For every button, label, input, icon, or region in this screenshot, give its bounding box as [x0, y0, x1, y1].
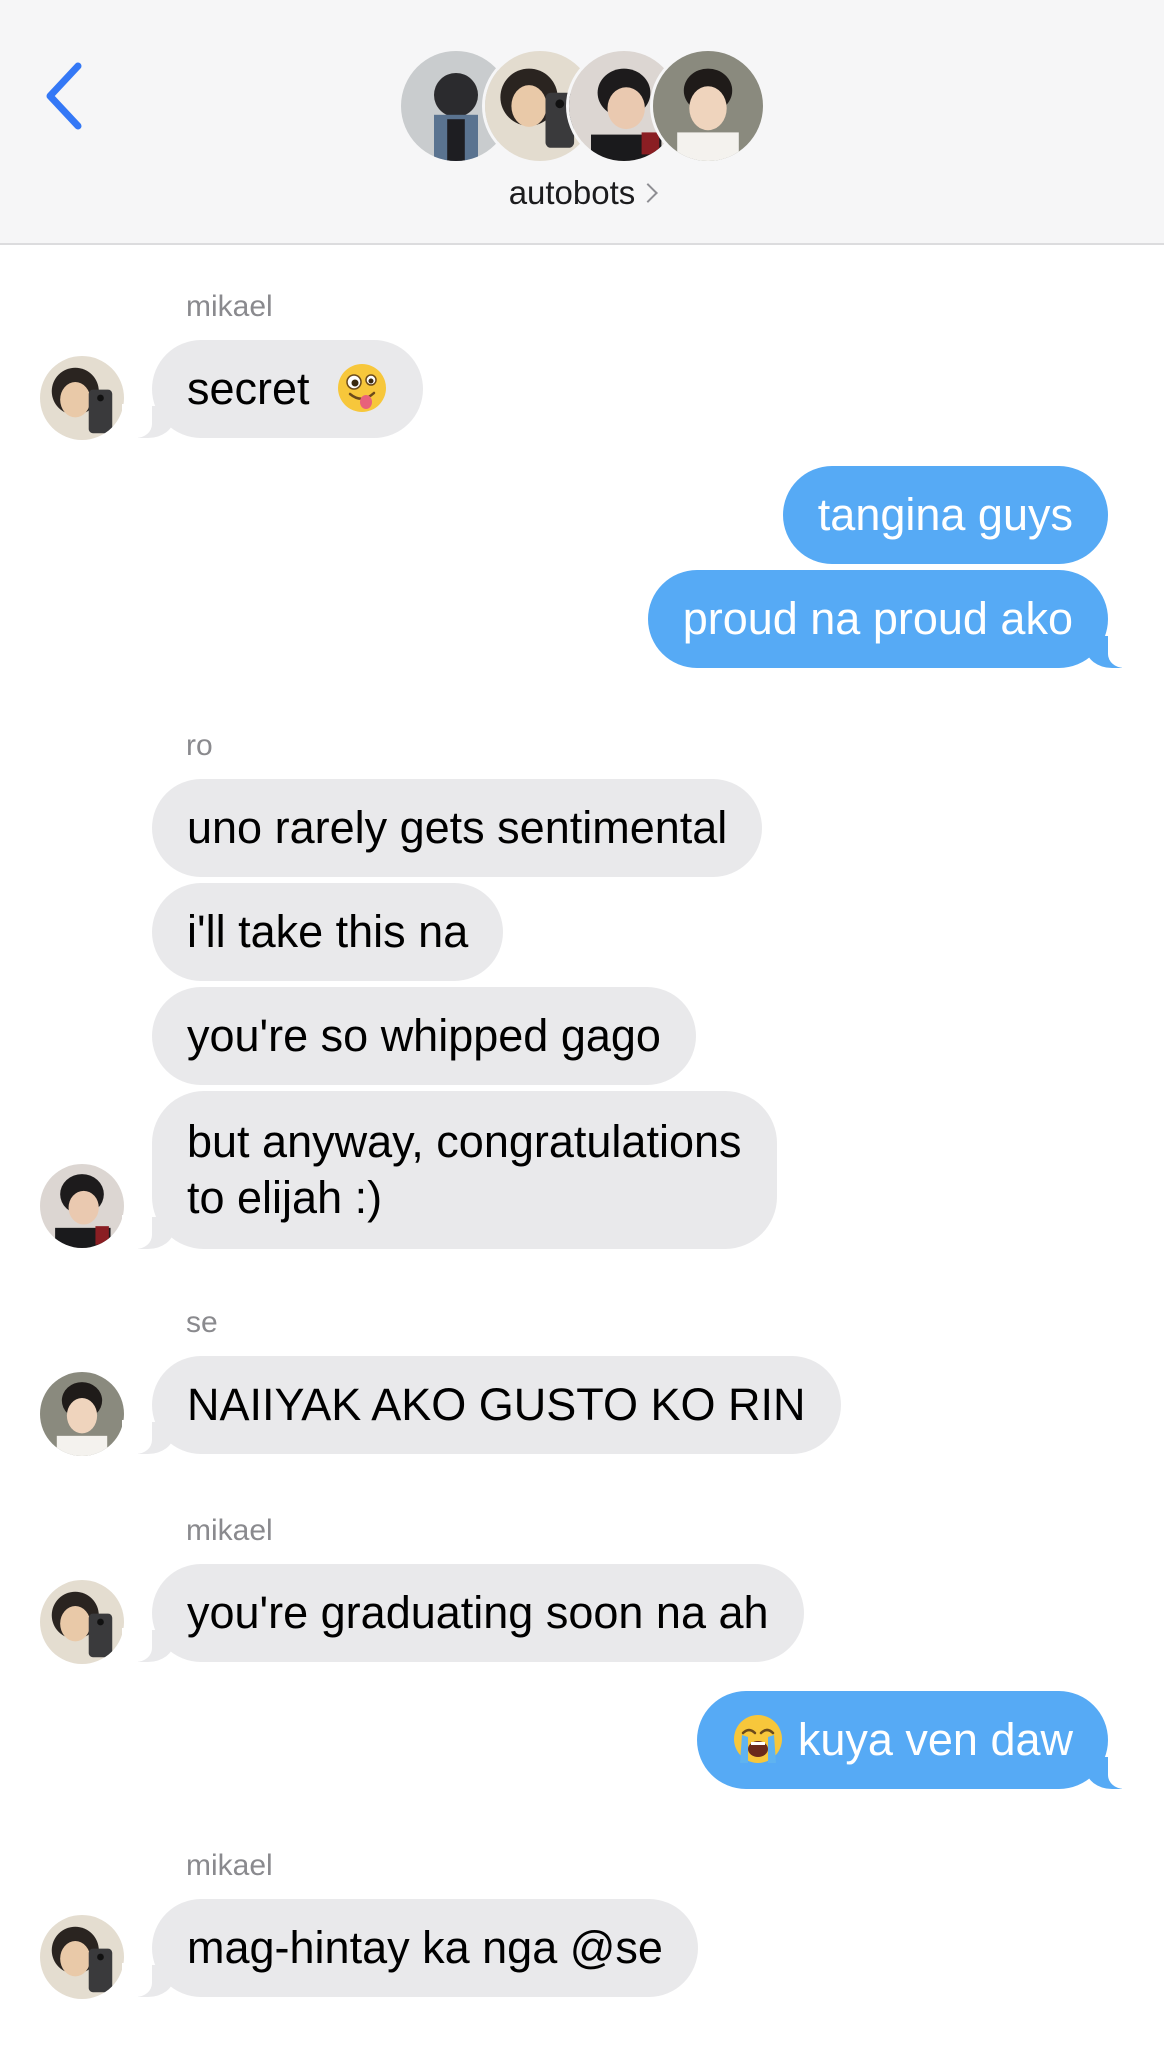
message-text: NAIIYAK AKO GUSTO KO RIN: [187, 1379, 806, 1430]
zany-face-emoji-icon: [338, 364, 387, 412]
sender-name: se: [186, 1306, 218, 1339]
message-text: you're graduating soon na ah: [187, 1587, 769, 1638]
message-bubble[interactable]: kuya ven daw: [696, 1691, 1139, 1789]
message-bubble[interactable]: secret: [121, 340, 424, 438]
group-avatars[interactable]: [398, 48, 766, 164]
message-bubble[interactable]: NAIIYAK AKO GUSTO KO RIN: [122, 1356, 841, 1454]
message-bubble[interactable]: mag-hintay ka nga @se: [122, 1899, 698, 1997]
message-text-line: but anyway, congratulations: [187, 1116, 742, 1167]
loudly-crying-face-emoji-icon: [733, 1715, 782, 1763]
avatar: [40, 1164, 124, 1248]
message-text: secret: [187, 363, 310, 414]
message-text: kuya ven daw: [797, 1714, 1073, 1765]
sender-name: mikael: [186, 290, 273, 323]
group-name-label: autobots: [508, 174, 636, 211]
message-bubble[interactable]: you're so whipped gago: [152, 987, 696, 1085]
message-bubble[interactable]: you're graduating soon na ah: [122, 1564, 804, 1662]
group-name-button[interactable]: autobots: [0, 174, 1164, 212]
message-bubble[interactable]: i'll take this na: [152, 883, 504, 981]
message-text: mag-hintay ka nga @se: [187, 1922, 663, 1973]
sender-name: ro: [186, 729, 213, 762]
message-text: i'll take this na: [187, 906, 469, 957]
back-button[interactable]: [40, 58, 90, 134]
sender-name: mikael: [186, 1849, 273, 1882]
avatar: [40, 1580, 124, 1664]
sender-name: mikael: [186, 1514, 273, 1547]
message-bubble[interactable]: proud na proud ako: [647, 570, 1139, 668]
avatar: [40, 1915, 124, 1999]
message-text-line: to elijah :): [187, 1172, 383, 1223]
chevron-left-icon: [46, 62, 82, 130]
message-bubble[interactable]: uno rarely gets sentimental: [152, 779, 763, 877]
avatar: [40, 356, 124, 440]
member-avatar: [650, 48, 766, 164]
message-text: proud na proud ako: [682, 593, 1073, 644]
avatar: [40, 1372, 124, 1456]
message-bubble[interactable]: but anyway, congratulations to elijah :): [122, 1091, 777, 1249]
chevron-right-icon: [638, 183, 659, 203]
message-text: uno rarely gets sentimental: [187, 802, 728, 853]
conversation-header: autobots: [0, 0, 1164, 245]
message-bubble[interactable]: tangina guys: [782, 466, 1108, 564]
message-text: tangina guys: [817, 489, 1073, 540]
message-text: you're so whipped gago: [187, 1010, 661, 1061]
